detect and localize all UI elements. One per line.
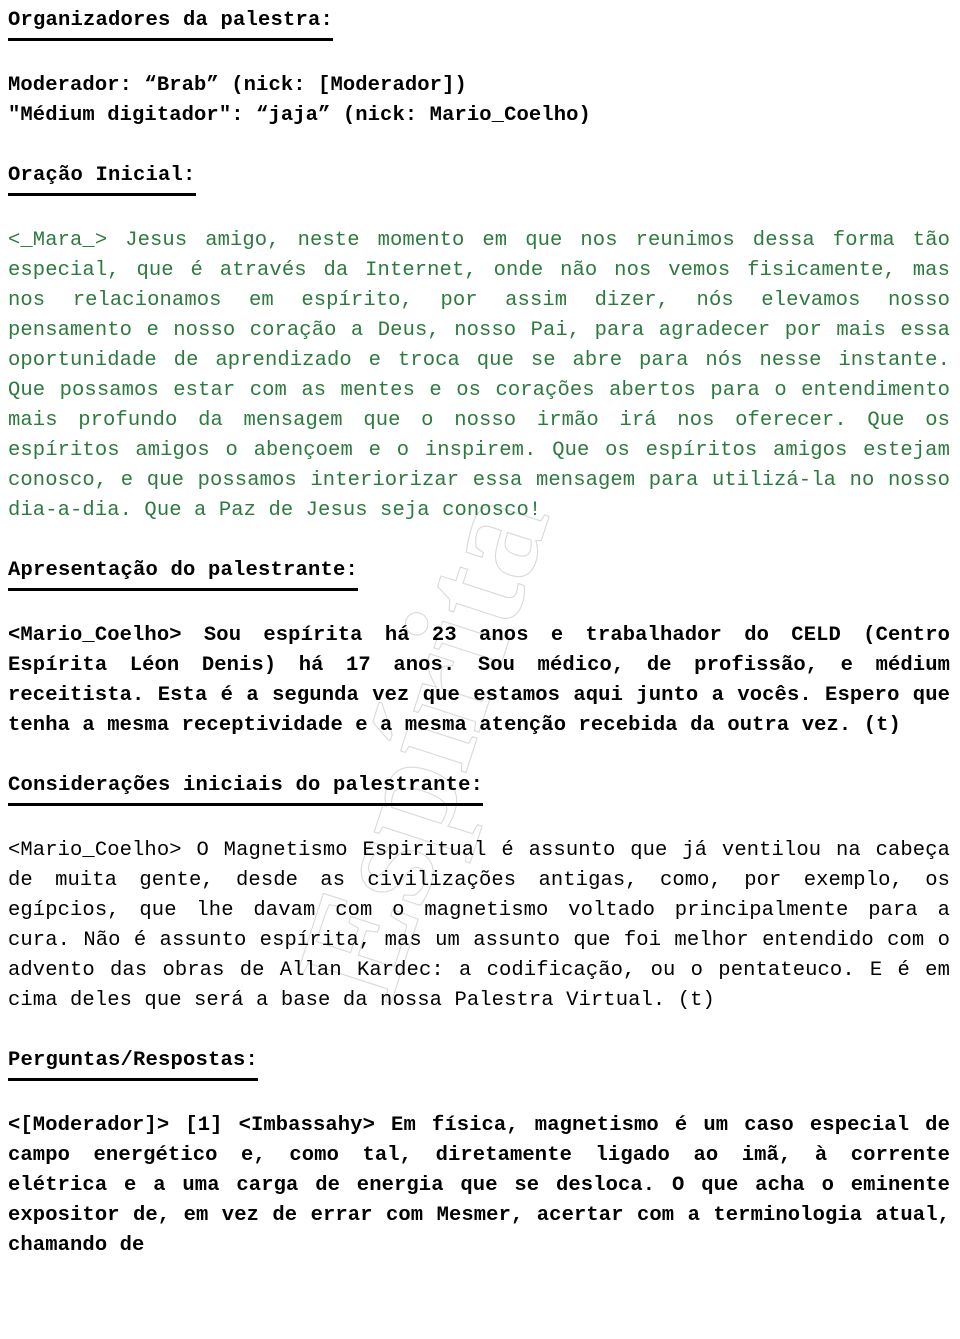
document-page: Espírita Organizadores da palestra: Mode… — [0, 0, 960, 1339]
questions-answers-body: <[Moderador]> [1] <Imbassahy> Em física,… — [8, 1114, 950, 1257]
heading-initial-considerations: Considerações iniciais do palestrante: — [8, 771, 484, 806]
speaker-intro-heading-wrap: Apresentação do palestrante: — [8, 556, 950, 591]
prayer-heading-wrap: Oração Inicial: — [8, 161, 950, 196]
opening-prayer-body: <_Mara_> Jesus amigo, neste momento em q… — [8, 229, 950, 522]
heading-speaker-intro: Apresentação do palestrante: — [8, 556, 359, 591]
initial-considerations-body: <Mario_Coelho> O Magnetismo Espiritual é… — [8, 839, 950, 1012]
organizer-line-moderator: Moderador: “Brab” (nick: [Moderador]) — [8, 74, 467, 97]
heading-opening-prayer: Oração Inicial: — [8, 161, 196, 196]
initial-considerations-heading-wrap: Considerações iniciais do palestrante: — [8, 771, 950, 806]
organizers-heading-wrap: Organizadores da palestra: — [8, 6, 950, 41]
document-content: Organizadores da palestra: Moderador: “B… — [0, 0, 960, 1261]
heading-organizers: Organizadores da palestra: — [8, 6, 334, 41]
questions-heading-wrap: Perguntas/Respostas: — [8, 1046, 950, 1081]
organizer-line-medium: "Médium digitador": “jaja” (nick: Mario_… — [8, 104, 591, 127]
speaker-intro-body: <Mario_Coelho> Sou espírita há 23 anos e… — [8, 624, 950, 737]
heading-questions-answers: Perguntas/Respostas: — [8, 1046, 259, 1081]
